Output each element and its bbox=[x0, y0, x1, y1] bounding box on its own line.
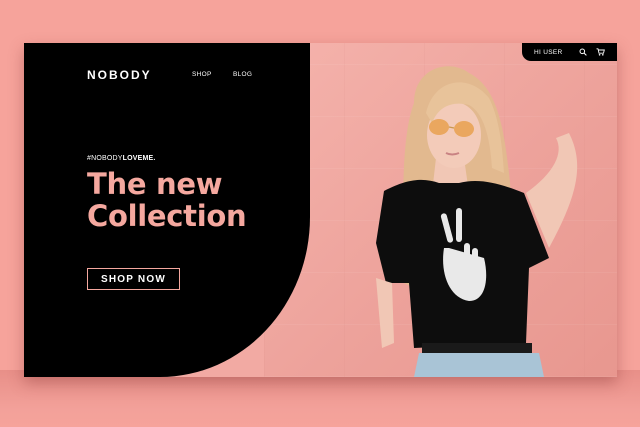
hero-panel: NOBODY SHOP BLOG #NOBODYLOVEME. The new … bbox=[24, 43, 310, 377]
hashtag: #NOBODYLOVEME. bbox=[87, 155, 156, 162]
user-bar: HI USER bbox=[522, 43, 617, 61]
hero-headline: The new Collection bbox=[87, 168, 287, 232]
brand-logo[interactable]: NOBODY bbox=[87, 68, 152, 82]
nav-link-shop[interactable]: SHOP bbox=[192, 71, 212, 78]
cart-icon[interactable] bbox=[595, 47, 605, 57]
hero-photo bbox=[264, 43, 617, 377]
backdrop bbox=[0, 370, 640, 427]
headline-line-1: The new bbox=[87, 167, 223, 201]
landing-page-mockup: NOBODY SHOP BLOG #NOBODYLOVEME. The new … bbox=[24, 43, 617, 377]
user-greeting[interactable]: HI USER bbox=[534, 49, 562, 56]
nav-link-blog[interactable]: BLOG bbox=[233, 71, 252, 78]
search-icon[interactable] bbox=[578, 47, 588, 57]
shop-now-button[interactable]: SHOP NOW bbox=[87, 268, 180, 290]
headline-line-2: Collection bbox=[87, 199, 247, 233]
